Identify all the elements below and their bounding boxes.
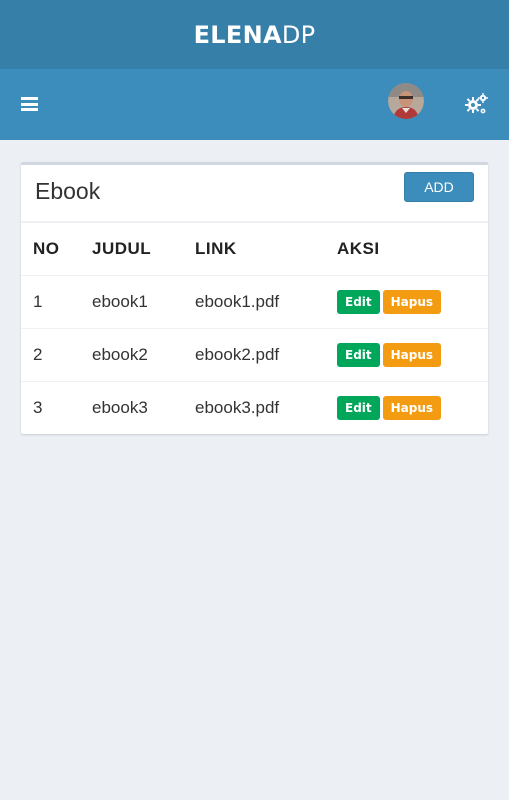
cell-no: 1 xyxy=(21,275,80,329)
cell-judul: ebook3 xyxy=(92,398,148,417)
cell-aksi: Edit Hapus xyxy=(325,382,488,435)
ebook-table: NO JUDUL LINK AKSI 1 ebook1 ebook1.pdf E… xyxy=(21,223,488,434)
column-header-judul: JUDUL xyxy=(80,223,183,276)
hamburger-menu-icon[interactable] xyxy=(21,97,38,111)
panel-title: Ebook xyxy=(35,178,101,204)
cell-link: ebook3.pdf xyxy=(195,398,280,417)
brand-header[interactable]: ELENA DP xyxy=(0,0,509,69)
table-row: 2 ebook2 ebook2.pdf Edit Hapus xyxy=(21,328,488,382)
cell-link: ebook1.pdf xyxy=(183,275,325,329)
cell-judul: ebook2 xyxy=(80,328,183,382)
cell-aksi: Edit Hapus xyxy=(325,328,488,382)
edit-button[interactable]: Edit xyxy=(337,343,380,367)
cell-link: ebook2.pdf xyxy=(183,328,325,382)
gears-icon[interactable] xyxy=(465,92,489,114)
column-header-no: NO xyxy=(21,223,80,276)
cell-no: 3 xyxy=(33,398,43,417)
main-content: Ebook ADD NO JUDUL LINK AKSI 1 ebook1 eb… xyxy=(0,140,509,434)
column-header-aksi: AKSI xyxy=(325,223,488,276)
user-avatar[interactable] xyxy=(388,83,424,119)
cell-no: 2 xyxy=(21,328,80,382)
top-navbar xyxy=(0,69,509,140)
ebook-panel: Ebook ADD NO JUDUL LINK AKSI 1 ebook1 eb… xyxy=(21,162,488,434)
add-button[interactable]: ADD xyxy=(404,172,474,202)
table-header-row: NO JUDUL LINK AKSI xyxy=(21,223,488,276)
table-row: 1 ebook1 ebook1.pdf Edit Hapus xyxy=(21,275,488,329)
brand-name-bold: ELENA xyxy=(193,20,282,49)
table-row: 3 ebook3 ebook3.pdf Edit Hapus xyxy=(21,382,488,435)
cell-judul: ebook1 xyxy=(80,275,183,329)
edit-button[interactable]: Edit xyxy=(337,396,380,420)
panel-header: Ebook ADD xyxy=(21,165,488,223)
column-header-link: LINK xyxy=(183,223,325,276)
hapus-button[interactable]: Hapus xyxy=(382,396,442,420)
hapus-button[interactable]: Hapus xyxy=(382,290,442,314)
app-root: ELENA DP Ebook ADD NO JUDUL LINK AKSI 1 … xyxy=(0,0,509,800)
hapus-button[interactable]: Hapus xyxy=(382,343,442,367)
edit-button[interactable]: Edit xyxy=(337,290,380,314)
cell-aksi: Edit Hapus xyxy=(325,275,488,329)
brand-name-light: DP xyxy=(281,20,316,49)
